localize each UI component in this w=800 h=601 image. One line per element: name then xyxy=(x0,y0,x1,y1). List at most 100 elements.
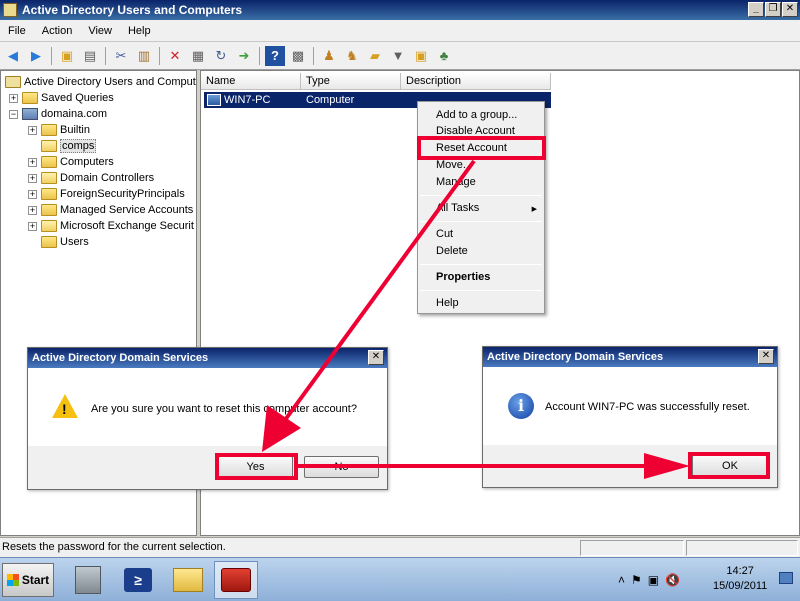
help-icon[interactable]: ? xyxy=(265,45,285,66)
column-header-type[interactable]: Type xyxy=(301,73,401,90)
explorer-folder-icon xyxy=(173,568,203,592)
no-expander xyxy=(28,237,37,247)
column-header-name[interactable]: Name xyxy=(201,73,301,90)
expand-icon[interactable]: + xyxy=(28,205,37,215)
tree-item-managed-service-accounts[interactable]: + Managed Service Accounts xyxy=(28,202,193,218)
dialog-close-button[interactable]: ✕ xyxy=(758,349,774,364)
expand-icon[interactable]: + xyxy=(28,125,37,135)
ctx-help[interactable]: Help xyxy=(436,297,459,309)
ctx-cut[interactable]: Cut xyxy=(436,228,453,240)
menu-bar: File Action View Help xyxy=(0,20,800,42)
menu-help[interactable]: Help xyxy=(120,25,159,37)
column-header-description[interactable]: Description xyxy=(401,73,551,90)
menu-view[interactable]: View xyxy=(80,25,120,37)
network-icon[interactable]: ▣ xyxy=(648,573,659,587)
system-tray: ˄ ⚑ ▣ 🔇 14:27 15/09/2011 xyxy=(615,562,798,598)
filter-icon[interactable]: ▼ xyxy=(388,46,408,66)
ctx-all-tasks[interactable]: All Tasks xyxy=(436,202,479,214)
expand-icon[interactable]: + xyxy=(9,93,18,103)
new-ou-icon[interactable]: ▰ xyxy=(365,46,385,66)
window-titlebar: Active Directory Users and Computers _ ❐… xyxy=(0,0,800,20)
show-hidden-icons-icon[interactable]: ˄ xyxy=(618,573,625,587)
dialog-message: Account WIN7-PC was successfully reset. xyxy=(545,401,750,413)
ctx-delete[interactable]: Delete xyxy=(436,245,468,257)
show-desktop-icon[interactable] xyxy=(779,572,793,584)
delete-icon[interactable]: ✕ xyxy=(165,46,185,66)
clock[interactable]: 14:27 15/09/2011 xyxy=(713,564,767,594)
ctx-properties[interactable]: Properties xyxy=(436,271,490,283)
folder-icon xyxy=(41,236,57,248)
confirm-reset-dialog: Active Directory Domain Services ✕ ! Are… xyxy=(27,347,388,490)
console-icon[interactable]: ▩ xyxy=(288,46,308,66)
tree-item-label: Microsoft Exchange Securit xyxy=(60,220,194,232)
expand-icon[interactable]: + xyxy=(28,221,37,231)
export-list-icon[interactable]: ➜ xyxy=(234,46,254,66)
taskbar-powershell[interactable]: ≥ xyxy=(116,561,160,599)
expand-icon[interactable]: + xyxy=(28,157,37,167)
tree-item-domain[interactable]: − domaina.com xyxy=(9,106,107,122)
no-expander xyxy=(28,141,37,151)
volume-muted-icon[interactable]: 🔇 xyxy=(665,573,680,587)
toolbar: ◀ ▶ ▣ ▤ ✂ ▥ ✕ ▦ ↻ ➜ ? ▩ ♟ ♞ ▰ ▼ ▣ ♣ xyxy=(0,42,800,70)
tree-item-users[interactable]: Users xyxy=(28,234,89,250)
toolbar-separator xyxy=(159,46,160,65)
start-label: Start xyxy=(21,573,50,587)
tree-item-saved-queries[interactable]: + Saved Queries xyxy=(9,90,114,106)
tree-item-builtin[interactable]: + Builtin xyxy=(28,122,90,138)
warning-mark-icon: ! xyxy=(62,401,67,417)
menu-action[interactable]: Action xyxy=(34,25,81,37)
menu-file[interactable]: File xyxy=(0,25,34,37)
ctx-add-to-group[interactable]: Add to a group... xyxy=(436,109,517,121)
ctx-separator xyxy=(420,195,542,196)
tree-root[interactable]: Active Directory Users and Comput xyxy=(5,74,196,90)
taskbar-aduc[interactable] xyxy=(214,561,258,599)
ctx-manage[interactable]: Manage xyxy=(436,176,476,188)
minimize-button[interactable]: _ xyxy=(748,2,764,17)
ctx-move[interactable]: Move... xyxy=(436,159,472,171)
aduc-app-icon xyxy=(3,3,17,17)
tree-item-microsoft-exchange[interactable]: + Microsoft Exchange Securit xyxy=(28,218,194,234)
close-button[interactable]: ✕ xyxy=(782,2,798,17)
taskbar-explorer[interactable] xyxy=(166,561,210,599)
properties-icon[interactable]: ▦ xyxy=(188,46,208,66)
restore-button[interactable]: ❐ xyxy=(765,2,781,17)
clock-time: 14:27 xyxy=(726,565,754,577)
action-center-flag-icon[interactable]: ⚑ xyxy=(631,573,642,587)
expand-icon[interactable]: + xyxy=(28,173,37,183)
tree-item-computers[interactable]: + Computers xyxy=(28,154,114,170)
show-hide-tree-icon[interactable]: ▤ xyxy=(80,46,100,66)
collapse-icon[interactable]: − xyxy=(9,109,18,119)
start-button[interactable]: Start xyxy=(2,563,54,597)
new-user-icon[interactable]: ♟ xyxy=(319,46,339,66)
back-arrow-icon[interactable]: ◀ xyxy=(3,46,23,66)
tree-item-comps[interactable]: comps xyxy=(28,138,97,154)
tree-item-domain-controllers[interactable]: + Domain Controllers xyxy=(28,170,154,186)
paste-icon[interactable]: ▥ xyxy=(134,46,154,66)
context-menu: Add to a group... Disable Account Reset … xyxy=(417,101,545,314)
taskbar-server-manager[interactable] xyxy=(66,561,110,599)
find-icon[interactable]: ▣ xyxy=(411,46,431,66)
toolbar-separator xyxy=(259,46,260,65)
up-folder-icon[interactable]: ▣ xyxy=(57,46,77,66)
new-group-icon[interactable]: ♞ xyxy=(342,46,362,66)
highlight-yes-button xyxy=(215,453,298,480)
row-name: WIN7-PC xyxy=(224,94,271,106)
dialog-message: Are you sure you want to reset this comp… xyxy=(91,403,357,415)
toolbox-icon xyxy=(221,568,251,592)
tree-item-label: domaina.com xyxy=(41,108,108,120)
ctx-separator xyxy=(420,221,542,222)
add-to-group-icon[interactable]: ♣ xyxy=(434,46,454,66)
windows-logo-icon xyxy=(6,574,19,586)
dialog-close-button[interactable]: ✕ xyxy=(368,350,384,365)
tree-item-foreign-security-principals[interactable]: + ForeignSecurityPrincipals xyxy=(28,186,185,202)
refresh-icon[interactable]: ↻ xyxy=(211,46,231,66)
folder-icon xyxy=(41,188,57,200)
highlight-ok-button xyxy=(688,452,770,479)
expand-icon[interactable]: + xyxy=(28,189,37,199)
toolbar-separator xyxy=(105,46,106,65)
cut-icon[interactable]: ✂ xyxy=(111,46,131,66)
forward-arrow-icon[interactable]: ▶ xyxy=(26,46,46,66)
tree-item-label: Managed Service Accounts xyxy=(60,204,194,216)
no-button[interactable]: No xyxy=(304,456,379,478)
computer-icon xyxy=(207,94,221,106)
